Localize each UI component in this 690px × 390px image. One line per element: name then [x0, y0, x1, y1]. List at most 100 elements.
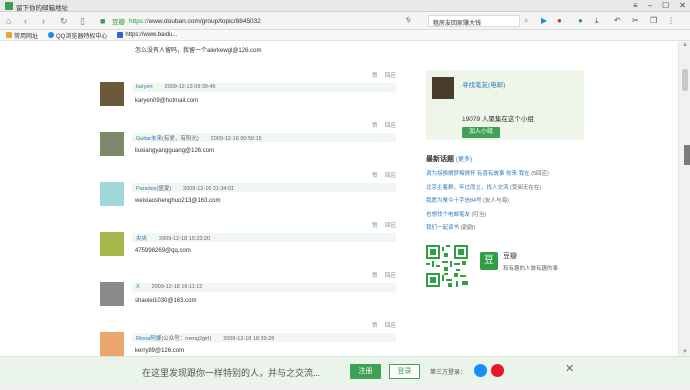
refresh-icon[interactable]: ↻	[60, 15, 68, 27]
group-avatar[interactable]	[432, 77, 454, 99]
back-icon[interactable]: ‹	[24, 15, 27, 27]
close-window-icon[interactable]: ✕	[679, 1, 686, 10]
maximize-icon[interactable]: ☐	[662, 1, 669, 10]
topic-item[interactable]: 我们一起读书 (韵韵)	[426, 222, 584, 236]
topic-title[interactable]: 我愿为蚕今十字信84号	[426, 198, 482, 204]
register-button[interactable]: 注册	[350, 364, 381, 379]
folder-icon	[6, 32, 12, 38]
comment-time: 2009-12-13 09:39:46	[164, 84, 216, 90]
play-icon[interactable]: ▶	[541, 15, 547, 27]
user-name-link[interactable]: X	[136, 284, 140, 290]
join-group-button[interactable]: 加入小组	[462, 127, 500, 138]
copy-icon[interactable]: ❐	[650, 15, 657, 27]
user-name-link[interactable]: karyen	[136, 84, 153, 90]
weibo-login-icon[interactable]	[491, 364, 504, 377]
home-icon[interactable]: ⌂	[6, 15, 11, 27]
login-button[interactable]: 登录	[389, 364, 420, 379]
like-link[interactable]: 赞	[372, 173, 378, 179]
reply-link[interactable]: 回应	[385, 123, 396, 129]
topic-item[interactable]: 也想找个电邮笔友 (叮当)	[426, 209, 584, 223]
search-icon[interactable]: ⌕	[524, 15, 528, 27]
topic-item[interactable]: 调为拐换搁梦梅情怀 有喜有故事 你来 我在 (5回应)	[426, 168, 584, 182]
topic-item[interactable]: 我愿为蚕今十字信84号 (友人与海)	[426, 195, 584, 209]
comment-actions: 赞 回应	[372, 221, 396, 229]
address-bar[interactable]: 豆瓣 https://www.douban.com/group/topic/88…	[112, 15, 412, 27]
site-label: 豆瓣	[112, 19, 125, 26]
user-name-link[interactable]: Rinna阿娜	[136, 336, 161, 342]
reply-link[interactable]: 回应	[385, 323, 396, 329]
forward-icon[interactable]: ›	[42, 15, 45, 27]
menu-dots-icon[interactable]: ⋮	[667, 15, 675, 27]
avatar[interactable]	[100, 132, 124, 156]
qr-code-icon[interactable]	[426, 244, 468, 287]
douban-app-icon[interactable]: 豆	[480, 251, 498, 270]
comment-item: 赞 回应 karyen 2009-12-13 09:39:46 karyen09@ho…	[100, 71, 396, 121]
reply-link[interactable]: 回应	[385, 173, 396, 179]
download-icon[interactable]: ⤓	[595, 15, 599, 27]
vertical-scrollbar[interactable]: ▲ ▼	[678, 41, 690, 356]
bookmark-item[interactable]: https://www.baidu...	[117, 32, 177, 38]
avatar[interactable]	[100, 332, 124, 356]
like-link[interactable]: 赞	[372, 223, 378, 229]
scissors-icon[interactable]: ✂	[632, 15, 639, 27]
topic-title[interactable]: 也想找个电邮笔友	[426, 212, 470, 218]
scroll-thumb[interactable]	[682, 69, 688, 91]
tab-title[interactable]: 留下你的邮箱地址	[16, 2, 68, 12]
user-name-link[interactable]: 央央	[136, 236, 147, 242]
comment-header: karyen 2009-12-13 09:39:46	[132, 83, 396, 92]
qq-login-icon[interactable]	[474, 364, 487, 377]
group-name-link[interactable]: 寻找笔友(电邮)	[462, 79, 505, 89]
search-input[interactable]: 租房友回家赚大钱	[428, 15, 520, 27]
comment-actions: 赞 回应	[372, 271, 396, 279]
side-panel-handle[interactable]	[684, 145, 690, 165]
comment-actions: 赞 回应	[372, 171, 396, 179]
minimize-icon[interactable]: –	[648, 1, 652, 10]
url-scheme: https://	[129, 17, 149, 25]
comment-time: 2009-12-16 00:50:15	[210, 136, 262, 142]
scroll-up-icon[interactable]: ▲	[682, 42, 688, 48]
topic-item[interactable]: 北京主着群，年过而立，找人交流 (受阅无在在)	[426, 182, 584, 196]
comment-item: 赞 回应 Rinna阿娜(公众号：meng2girl) 2009-12-18 18:…	[100, 321, 396, 356]
reply-link[interactable]: 回应	[385, 273, 396, 279]
bookmark-item[interactable]: 常用网址	[6, 31, 38, 40]
reader-mode-icon[interactable]: ▯	[80, 15, 85, 27]
reply-link[interactable]: 回应	[385, 73, 396, 79]
url-text[interactable]: https://www.douban.com/group/topic/88450…	[129, 18, 261, 25]
topic-title[interactable]: 调为拐换搁梦梅情怀 有喜有故事 你来 我在	[426, 171, 530, 177]
avatar[interactable]	[100, 232, 124, 256]
menu-icon[interactable]: ≡	[633, 1, 638, 10]
title-bar: 留下你的邮箱地址 ≡ – ☐ ✕	[0, 0, 690, 12]
avatar[interactable]	[100, 282, 124, 306]
user-name-link[interactable]: Guitar未来	[136, 136, 162, 142]
topic-title[interactable]: 北京主着群，年过而立，找人交流	[426, 185, 509, 191]
comment-body: weixiaoshenghuo213@163.com	[135, 198, 221, 204]
comment-item: 赞 回应 Guitar未来(有爱，有阳光) 2009-12-16 00:50:15 l…	[100, 121, 396, 171]
comment-time: 2009-12-18 16:11:12	[151, 284, 203, 290]
more-topics-link[interactable]: (更多)	[456, 157, 472, 163]
topic-meta: (5回应)	[531, 171, 549, 177]
lightning-icon[interactable]: ϟ	[406, 15, 410, 27]
group-info-card: 寻找笔友(电邮) 19079 人聚集在这个小组 加入小组	[426, 70, 584, 140]
chat-icon[interactable]: ●	[578, 15, 583, 27]
like-link[interactable]: 赞	[372, 73, 378, 79]
user-name-link[interactable]: Paradox	[136, 186, 157, 192]
bookmark-item[interactable]: QQ浏览器特权中心	[48, 31, 107, 40]
baidu-icon	[117, 32, 124, 38]
like-link[interactable]: 赞	[372, 323, 378, 329]
undo-icon[interactable]: ↶	[614, 15, 621, 27]
close-icon[interactable]: ✕	[565, 362, 574, 375]
topic-title[interactable]: 我们一起读书	[426, 225, 459, 231]
extension-icon[interactable]: ●	[557, 15, 562, 27]
bookmark-label: https://www.baidu...	[125, 32, 178, 38]
scroll-down-icon[interactable]: ▼	[682, 349, 688, 355]
comment-header: Rinna阿娜(公众号：meng2girl) 2009-12-18 18:39:2…	[132, 333, 396, 342]
avatar[interactable]	[100, 182, 124, 206]
reply-link[interactable]: 回应	[385, 223, 396, 229]
topic-meta: (友人与海)	[483, 198, 509, 204]
douban-favicon-icon	[5, 2, 13, 10]
user-tag: (有爱，有阳光)	[161, 136, 199, 142]
avatar[interactable]	[100, 82, 124, 106]
comment-header: Paradox(盛夏) 2009-12-16 21:34:01	[132, 183, 396, 192]
like-link[interactable]: 赞	[372, 123, 378, 129]
like-link[interactable]: 赞	[372, 273, 378, 279]
